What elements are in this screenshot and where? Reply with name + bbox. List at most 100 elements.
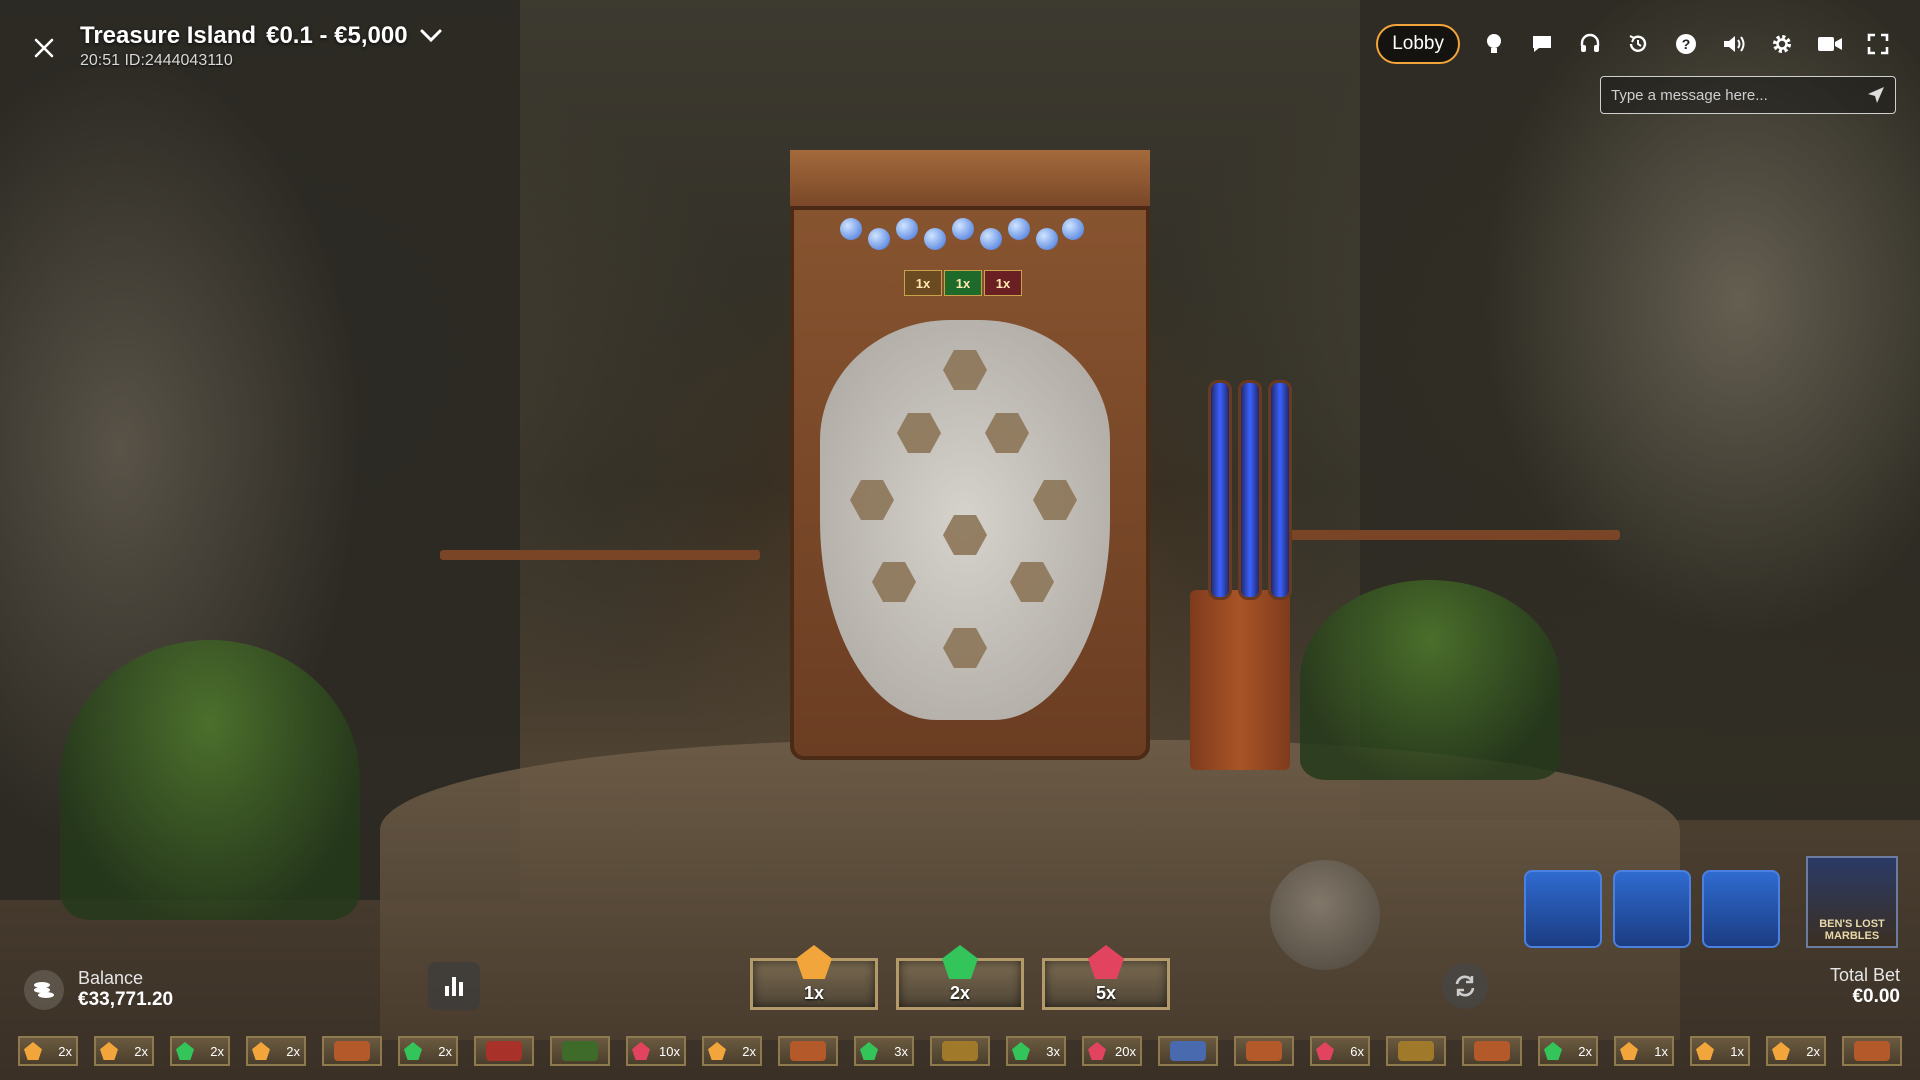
orange-gem-icon: [252, 1042, 270, 1060]
round-info: 20:51 ID:2444043110: [80, 52, 233, 69]
history-item: 2x: [702, 1036, 762, 1066]
blue-marble: [868, 228, 890, 250]
chat-input-box: [1600, 76, 1896, 114]
blue-pipe: [1208, 380, 1232, 600]
refresh-icon: [1455, 975, 1475, 997]
bet-spot-pink[interactable]: 5x: [1042, 945, 1170, 1010]
support-button[interactable]: [1576, 30, 1604, 58]
history-multiplier: 1x: [1730, 1043, 1744, 1059]
limits-dropdown-button[interactable]: [418, 23, 444, 49]
pipe-base: [1190, 590, 1290, 770]
volume-icon: [1724, 36, 1745, 52]
balance-label: Balance: [78, 968, 144, 988]
skull-prop: [1270, 860, 1380, 970]
history-item: 2x: [1538, 1036, 1598, 1066]
tube-slot[interactable]: [1613, 870, 1691, 948]
history-multiplier: 2x: [1578, 1043, 1592, 1059]
history-multiplier: 2x: [438, 1043, 452, 1059]
chest-icon: [486, 1041, 522, 1061]
history-multiplier: 2x: [134, 1043, 148, 1059]
marble-tubes: [1524, 870, 1780, 948]
history-item: 20x: [1082, 1036, 1142, 1066]
fern-plant: [1300, 580, 1560, 780]
pink-gem-icon: [1088, 1042, 1106, 1060]
logo-text: BEN'S LOST MARBLES: [1819, 917, 1885, 942]
chat-button[interactable]: [1528, 30, 1556, 58]
bet-spot-multiplier: 5x: [1095, 983, 1117, 1003]
history-item: [322, 1036, 382, 1066]
orange-gem-icon: [24, 1042, 42, 1060]
history-item: [1842, 1036, 1902, 1066]
blue-marble: [924, 228, 946, 250]
history-icon: [1629, 35, 1647, 52]
lobby-button[interactable]: Lobby: [1376, 24, 1460, 64]
repeat-bet-button[interactable]: [1442, 963, 1488, 1009]
skull-icon: [1246, 1041, 1282, 1061]
total-bet-label: Total Bet: [1829, 965, 1900, 985]
fullscreen-icon: [1867, 33, 1889, 55]
skull-icon: [790, 1041, 826, 1061]
send-button[interactable]: [1867, 86, 1885, 104]
skull-icon: [334, 1041, 370, 1061]
orange-gem-icon: [708, 1042, 726, 1060]
statistics-button[interactable]: [428, 962, 480, 1010]
total-bet-panel: Total Bet €0.00: [1830, 965, 1900, 1008]
bet-spot-green[interactable]: 2x: [896, 945, 1024, 1010]
video-button[interactable]: [1816, 30, 1844, 58]
bulb-icon: [1487, 34, 1501, 53]
orange-gem-icon: [100, 1042, 118, 1060]
board-multiplier: 1x: [904, 270, 942, 296]
svg-text:?: ?: [1682, 36, 1691, 52]
board-multiplier: 1x: [944, 270, 982, 296]
balance-text: Balance €33,771.20: [78, 968, 173, 1011]
tips-button[interactable]: [1480, 30, 1508, 58]
tube-slot[interactable]: [1524, 870, 1602, 948]
blue-marble: [1008, 218, 1030, 240]
green-gem-icon: [176, 1042, 194, 1060]
fern-plant: [60, 640, 360, 920]
history-multiplier: 1x: [1654, 1043, 1668, 1059]
game-stage: 1x 1x 1x Treasure Island €0.1 - €5,000 2…: [0, 0, 1920, 1080]
history-multiplier: 3x: [1046, 1043, 1060, 1059]
blue-marble: [840, 218, 862, 240]
settings-button[interactable]: [1768, 30, 1796, 58]
blue-marble: [1036, 228, 1058, 250]
close-button[interactable]: [28, 32, 60, 64]
history-item: 2x: [1766, 1036, 1826, 1066]
history-item: 10x: [626, 1036, 686, 1066]
game-title: Treasure Island: [80, 22, 257, 49]
results-history: 2x 2x 2x 2x 2x 10x 2x 3x 3x 20x 6x 2x 1x 1x 2x: [18, 1036, 1902, 1066]
blue-marble: [896, 218, 918, 240]
chevron-down-icon: [420, 29, 442, 43]
history-item: [930, 1036, 990, 1066]
history-item: [1234, 1036, 1294, 1066]
wooden-fence: [1290, 530, 1620, 540]
bet-spot-multiplier: 2x: [949, 983, 971, 1003]
chips-icon: [34, 981, 54, 998]
video-icon: [1818, 37, 1842, 51]
tube-slot[interactable]: [1702, 870, 1780, 948]
balance-panel: Balance €33,771.20: [24, 968, 173, 1011]
send-icon: [1868, 87, 1884, 103]
bet-spots: 1x 2x 5x: [750, 945, 1170, 1010]
chat-icon: [1533, 36, 1551, 52]
history-item: [474, 1036, 534, 1066]
history-multiplier: 10x: [659, 1043, 680, 1059]
sound-button[interactable]: [1720, 30, 1748, 58]
chat-message-input[interactable]: [1611, 86, 1867, 104]
history-item: 2x: [94, 1036, 154, 1066]
history-multiplier: 2x: [286, 1043, 300, 1059]
balance-button[interactable]: [24, 969, 64, 1010]
blue-marble: [1062, 218, 1084, 240]
gear-icon: [1773, 35, 1791, 53]
history-multiplier: 2x: [210, 1043, 224, 1059]
blue-marble: [952, 218, 974, 240]
fullscreen-button[interactable]: [1864, 30, 1892, 58]
help-button[interactable]: ?: [1672, 30, 1700, 58]
bet-spot-orange[interactable]: 1x: [750, 945, 878, 1010]
blue-pipe: [1238, 380, 1262, 600]
history-button[interactable]: [1624, 30, 1652, 58]
balance-value: €33,771.20: [78, 989, 174, 1010]
history-multiplier: 2x: [742, 1043, 756, 1059]
history-item: 6x: [1310, 1036, 1370, 1066]
